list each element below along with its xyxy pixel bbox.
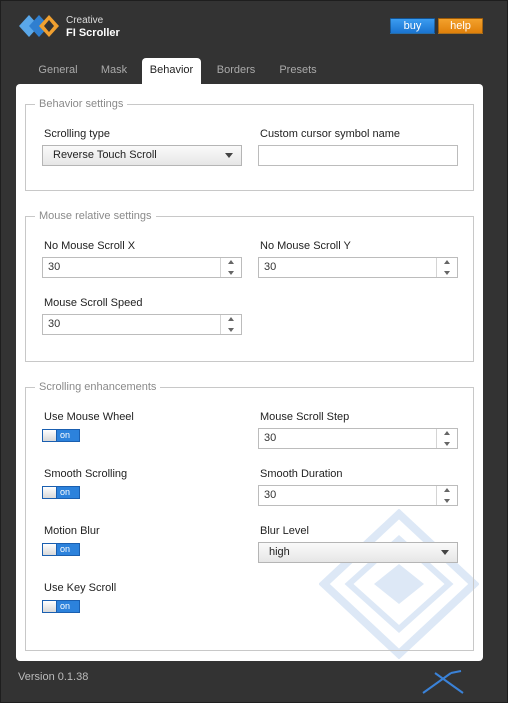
brand-name: FI Scroller xyxy=(66,27,120,39)
mouse-relative-legend: Mouse relative settings xyxy=(35,210,156,222)
chevron-down-icon xyxy=(225,153,233,158)
behavior-settings-group: Behavior settings Scrolling type Reverse… xyxy=(25,98,474,191)
toggle-knob xyxy=(43,487,57,498)
scrolling-type-label: Scrolling type xyxy=(44,128,111,140)
smooth-duration-value[interactable]: 30 xyxy=(259,486,437,505)
increment-icon[interactable] xyxy=(437,429,457,438)
mouse-wheel-toggle[interactable]: on xyxy=(42,429,80,442)
no-scroll-y-stepper[interactable]: 30 xyxy=(258,257,458,278)
increment-icon[interactable] xyxy=(437,486,457,495)
cursor-symbol-label: Custom cursor symbol name xyxy=(260,128,400,140)
footer-logo-icon xyxy=(422,670,464,694)
behavior-settings-legend: Behavior settings xyxy=(35,98,128,110)
toggle-state: on xyxy=(60,601,71,611)
scroll-step-stepper[interactable]: 30 xyxy=(258,428,458,449)
decrement-icon[interactable] xyxy=(437,439,457,448)
toggle-knob xyxy=(43,544,57,555)
toggle-state: on xyxy=(60,487,71,497)
no-scroll-y-value[interactable]: 30 xyxy=(259,258,437,277)
toggle-state: on xyxy=(60,544,71,554)
smooth-scrolling-toggle[interactable]: on xyxy=(42,486,80,499)
tab-borders[interactable]: Borders xyxy=(208,58,264,84)
decrement-icon[interactable] xyxy=(437,496,457,505)
mouse-wheel-label: Use Mouse Wheel xyxy=(44,411,134,423)
cursor-symbol-input[interactable] xyxy=(258,145,458,166)
motion-blur-toggle[interactable]: on xyxy=(42,543,80,556)
decrement-icon[interactable] xyxy=(437,268,457,277)
key-scroll-label: Use Key Scroll xyxy=(44,582,117,594)
increment-icon[interactable] xyxy=(221,315,241,324)
increment-icon[interactable] xyxy=(221,258,241,267)
scroll-speed-value[interactable]: 30 xyxy=(43,315,221,334)
decrement-icon[interactable] xyxy=(221,325,241,334)
increment-icon[interactable] xyxy=(437,258,457,267)
mouse-relative-group: Mouse relative settings No Mouse Scroll … xyxy=(25,210,474,362)
blur-level-label: Blur Level xyxy=(260,525,309,537)
scroll-step-value[interactable]: 30 xyxy=(259,429,437,448)
toggle-knob xyxy=(43,601,57,612)
version-text: Version 0.1.38 xyxy=(18,671,89,683)
scroll-speed-label: Mouse Scroll Speed xyxy=(44,297,143,309)
app-logo-icon xyxy=(19,15,59,37)
app-window: Creative FI Scroller buy help General Ma… xyxy=(0,0,508,703)
no-scroll-x-label: No Mouse Scroll X xyxy=(44,240,136,252)
tab-presets[interactable]: Presets xyxy=(270,58,326,84)
motion-blur-label: Motion Blur xyxy=(44,525,100,537)
tab-mask[interactable]: Mask xyxy=(90,58,138,84)
smooth-duration-label: Smooth Duration xyxy=(260,468,343,480)
blur-level-value: high xyxy=(269,546,290,558)
blur-level-select[interactable]: high xyxy=(258,542,458,563)
scroll-speed-stepper[interactable]: 30 xyxy=(42,314,242,335)
scrolling-type-value: Reverse Touch Scroll xyxy=(53,149,157,161)
toggle-state: on xyxy=(60,430,71,440)
tab-general[interactable]: General xyxy=(28,58,88,84)
toggle-knob xyxy=(43,430,57,441)
scrolling-enhancements-group: Scrolling enhancements Use Mouse Wheel o… xyxy=(25,381,474,651)
smooth-scrolling-label: Smooth Scrolling xyxy=(44,468,128,480)
smooth-duration-stepper[interactable]: 30 xyxy=(258,485,458,506)
header: Creative FI Scroller buy help xyxy=(1,1,507,51)
decrement-icon[interactable] xyxy=(221,268,241,277)
tab-behavior[interactable]: Behavior xyxy=(142,58,201,84)
key-scroll-toggle[interactable]: on xyxy=(42,600,80,613)
chevron-down-icon xyxy=(441,550,449,555)
scroll-step-label: Mouse Scroll Step xyxy=(260,411,350,423)
no-scroll-y-label: No Mouse Scroll Y xyxy=(260,240,351,252)
no-scroll-x-stepper[interactable]: 30 xyxy=(42,257,242,278)
brand-tagline: Creative xyxy=(66,15,104,26)
no-scroll-x-value[interactable]: 30 xyxy=(43,258,221,277)
buy-button[interactable]: buy xyxy=(390,18,435,34)
scrolling-type-select[interactable]: Reverse Touch Scroll xyxy=(42,145,242,166)
behavior-panel: Behavior settings Scrolling type Reverse… xyxy=(16,84,483,661)
help-button[interactable]: help xyxy=(438,18,483,34)
scrolling-enhancements-legend: Scrolling enhancements xyxy=(35,381,161,393)
